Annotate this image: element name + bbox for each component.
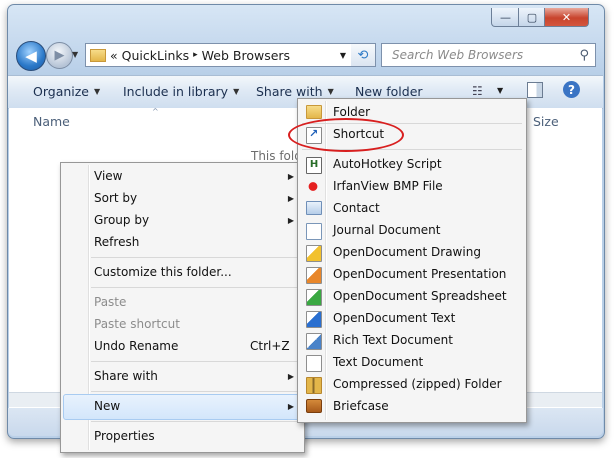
empty-folder-message: This fold bbox=[251, 149, 302, 163]
menu-separator bbox=[91, 421, 300, 422]
briefcase-icon bbox=[306, 399, 322, 413]
menu-separator bbox=[91, 391, 300, 392]
search-input[interactable] bbox=[390, 47, 574, 63]
change-view-icon[interactable]: ☷ bbox=[472, 84, 483, 98]
menu-item-group-by[interactable]: Group by bbox=[94, 213, 149, 227]
opendocument-presentation-icon bbox=[306, 267, 322, 284]
menu-item-customize-folder[interactable]: Customize this folder... bbox=[94, 265, 232, 279]
folder-icon bbox=[306, 105, 322, 119]
new-item-folder[interactable]: Folder bbox=[333, 105, 370, 119]
menu-item-paste[interactable]: Paste bbox=[94, 295, 126, 309]
journal-document-icon bbox=[306, 223, 322, 240]
address-overflow-chevron[interactable]: « bbox=[110, 48, 118, 63]
autohotkey-script-icon: H bbox=[306, 157, 322, 174]
menu-separator bbox=[91, 257, 300, 258]
back-arrow-icon: ◀ bbox=[25, 47, 37, 65]
preview-pane-icon[interactable] bbox=[527, 82, 543, 98]
search-box: ⚲ bbox=[381, 43, 596, 67]
new-item-rich-text-document[interactable]: Rich Text Document bbox=[333, 333, 453, 347]
rich-text-document-icon bbox=[306, 333, 322, 350]
recent-pages-dropdown-icon[interactable]: ▼ bbox=[72, 50, 78, 59]
compressed-folder-icon bbox=[306, 377, 322, 394]
menu-item-sort-by[interactable]: Sort by bbox=[94, 191, 137, 205]
address-dropdown-icon[interactable]: ▼ bbox=[335, 51, 351, 60]
help-icon[interactable]: ? bbox=[563, 81, 580, 98]
forward-arrow-icon: ▶ bbox=[54, 48, 65, 63]
breadcrumb-web-browsers[interactable]: Web Browsers bbox=[202, 48, 290, 63]
menu-item-new[interactable]: New bbox=[94, 399, 120, 413]
breadcrumb-quicklinks[interactable]: QuickLinks bbox=[122, 48, 189, 63]
menu-item-share-with[interactable]: Share with bbox=[94, 369, 158, 383]
new-item-compressed-folder[interactable]: Compressed (zipped) Folder bbox=[333, 377, 502, 391]
opendocument-text-icon bbox=[306, 311, 322, 328]
new-item-opendocument-presentation[interactable]: OpenDocument Presentation bbox=[333, 267, 506, 281]
undo-rename-shortcut: Ctrl+Z bbox=[250, 339, 290, 353]
back-button[interactable]: ◀ bbox=[16, 41, 46, 71]
new-item-irfanview-bmp[interactable]: IrfanView BMP File bbox=[333, 179, 443, 193]
new-item-text-document[interactable]: Text Document bbox=[333, 355, 423, 369]
forward-button[interactable]: ▶ bbox=[46, 42, 73, 69]
breadcrumb-separator[interactable]: ▸ bbox=[193, 50, 198, 60]
menu-item-paste-shortcut[interactable]: Paste shortcut bbox=[94, 317, 180, 331]
new-item-autohotkey-script[interactable]: AutoHotkey Script bbox=[333, 157, 442, 171]
shortcut-highlight-ellipse bbox=[288, 118, 404, 152]
search-icon[interactable]: ⚲ bbox=[579, 48, 589, 63]
refresh-icon: ⟲ bbox=[357, 47, 369, 63]
submenu-arrow-icon: ▶ bbox=[287, 402, 294, 411]
new-item-opendocument-drawing[interactable]: OpenDocument Drawing bbox=[333, 245, 481, 259]
column-header-size[interactable]: Size bbox=[533, 114, 559, 129]
column-header-name[interactable]: Name bbox=[33, 114, 70, 129]
submenu-arrow-icon: ▶ bbox=[287, 372, 294, 381]
opendocument-spreadsheet-icon bbox=[306, 289, 322, 306]
address-bar[interactable]: « QuickLinks ▸ Web Browsers ▼ bbox=[85, 43, 352, 67]
maximize-button[interactable]: ▢ bbox=[518, 8, 546, 27]
menu-separator bbox=[91, 361, 300, 362]
close-button[interactable]: ✕ bbox=[544, 8, 589, 27]
opendocument-drawing-icon bbox=[306, 245, 322, 262]
organize-button[interactable]: Organize ▼ bbox=[33, 84, 100, 99]
new-item-contact[interactable]: Contact bbox=[333, 201, 380, 215]
submenu-arrow-icon: ▶ bbox=[287, 172, 294, 181]
menu-item-undo-rename[interactable]: Undo Rename bbox=[94, 339, 178, 353]
context-menu: View ▶ Sort by ▶ Group by ▶ Refresh Cust… bbox=[60, 162, 305, 453]
submenu-arrow-icon: ▶ bbox=[287, 216, 294, 225]
folder-icon bbox=[90, 48, 106, 62]
menu-item-properties[interactable]: Properties bbox=[94, 429, 155, 443]
include-in-library-button[interactable]: Include in library ▼ bbox=[123, 84, 239, 99]
new-item-journal-document[interactable]: Journal Document bbox=[333, 223, 440, 237]
irfanview-icon bbox=[306, 179, 320, 194]
new-folder-button[interactable]: New folder bbox=[355, 84, 423, 99]
view-options-dropdown-icon[interactable]: ▼ bbox=[497, 86, 503, 95]
contact-icon bbox=[306, 201, 322, 215]
minimize-button[interactable]: — bbox=[491, 8, 520, 27]
new-item-briefcase[interactable]: Briefcase bbox=[333, 399, 389, 413]
new-item-opendocument-spreadsheet[interactable]: OpenDocument Spreadsheet bbox=[333, 289, 507, 303]
menu-separator bbox=[91, 287, 300, 288]
new-item-opendocument-text[interactable]: OpenDocument Text bbox=[333, 311, 455, 325]
menu-item-view[interactable]: View bbox=[94, 169, 122, 183]
menu-item-refresh[interactable]: Refresh bbox=[94, 235, 139, 249]
text-document-icon bbox=[306, 355, 322, 372]
sort-arrow-icon: ^ bbox=[152, 107, 159, 116]
submenu-arrow-icon: ▶ bbox=[287, 194, 294, 203]
share-with-button[interactable]: Share with ▼ bbox=[256, 84, 334, 99]
refresh-button[interactable]: ⟲ bbox=[351, 43, 376, 67]
